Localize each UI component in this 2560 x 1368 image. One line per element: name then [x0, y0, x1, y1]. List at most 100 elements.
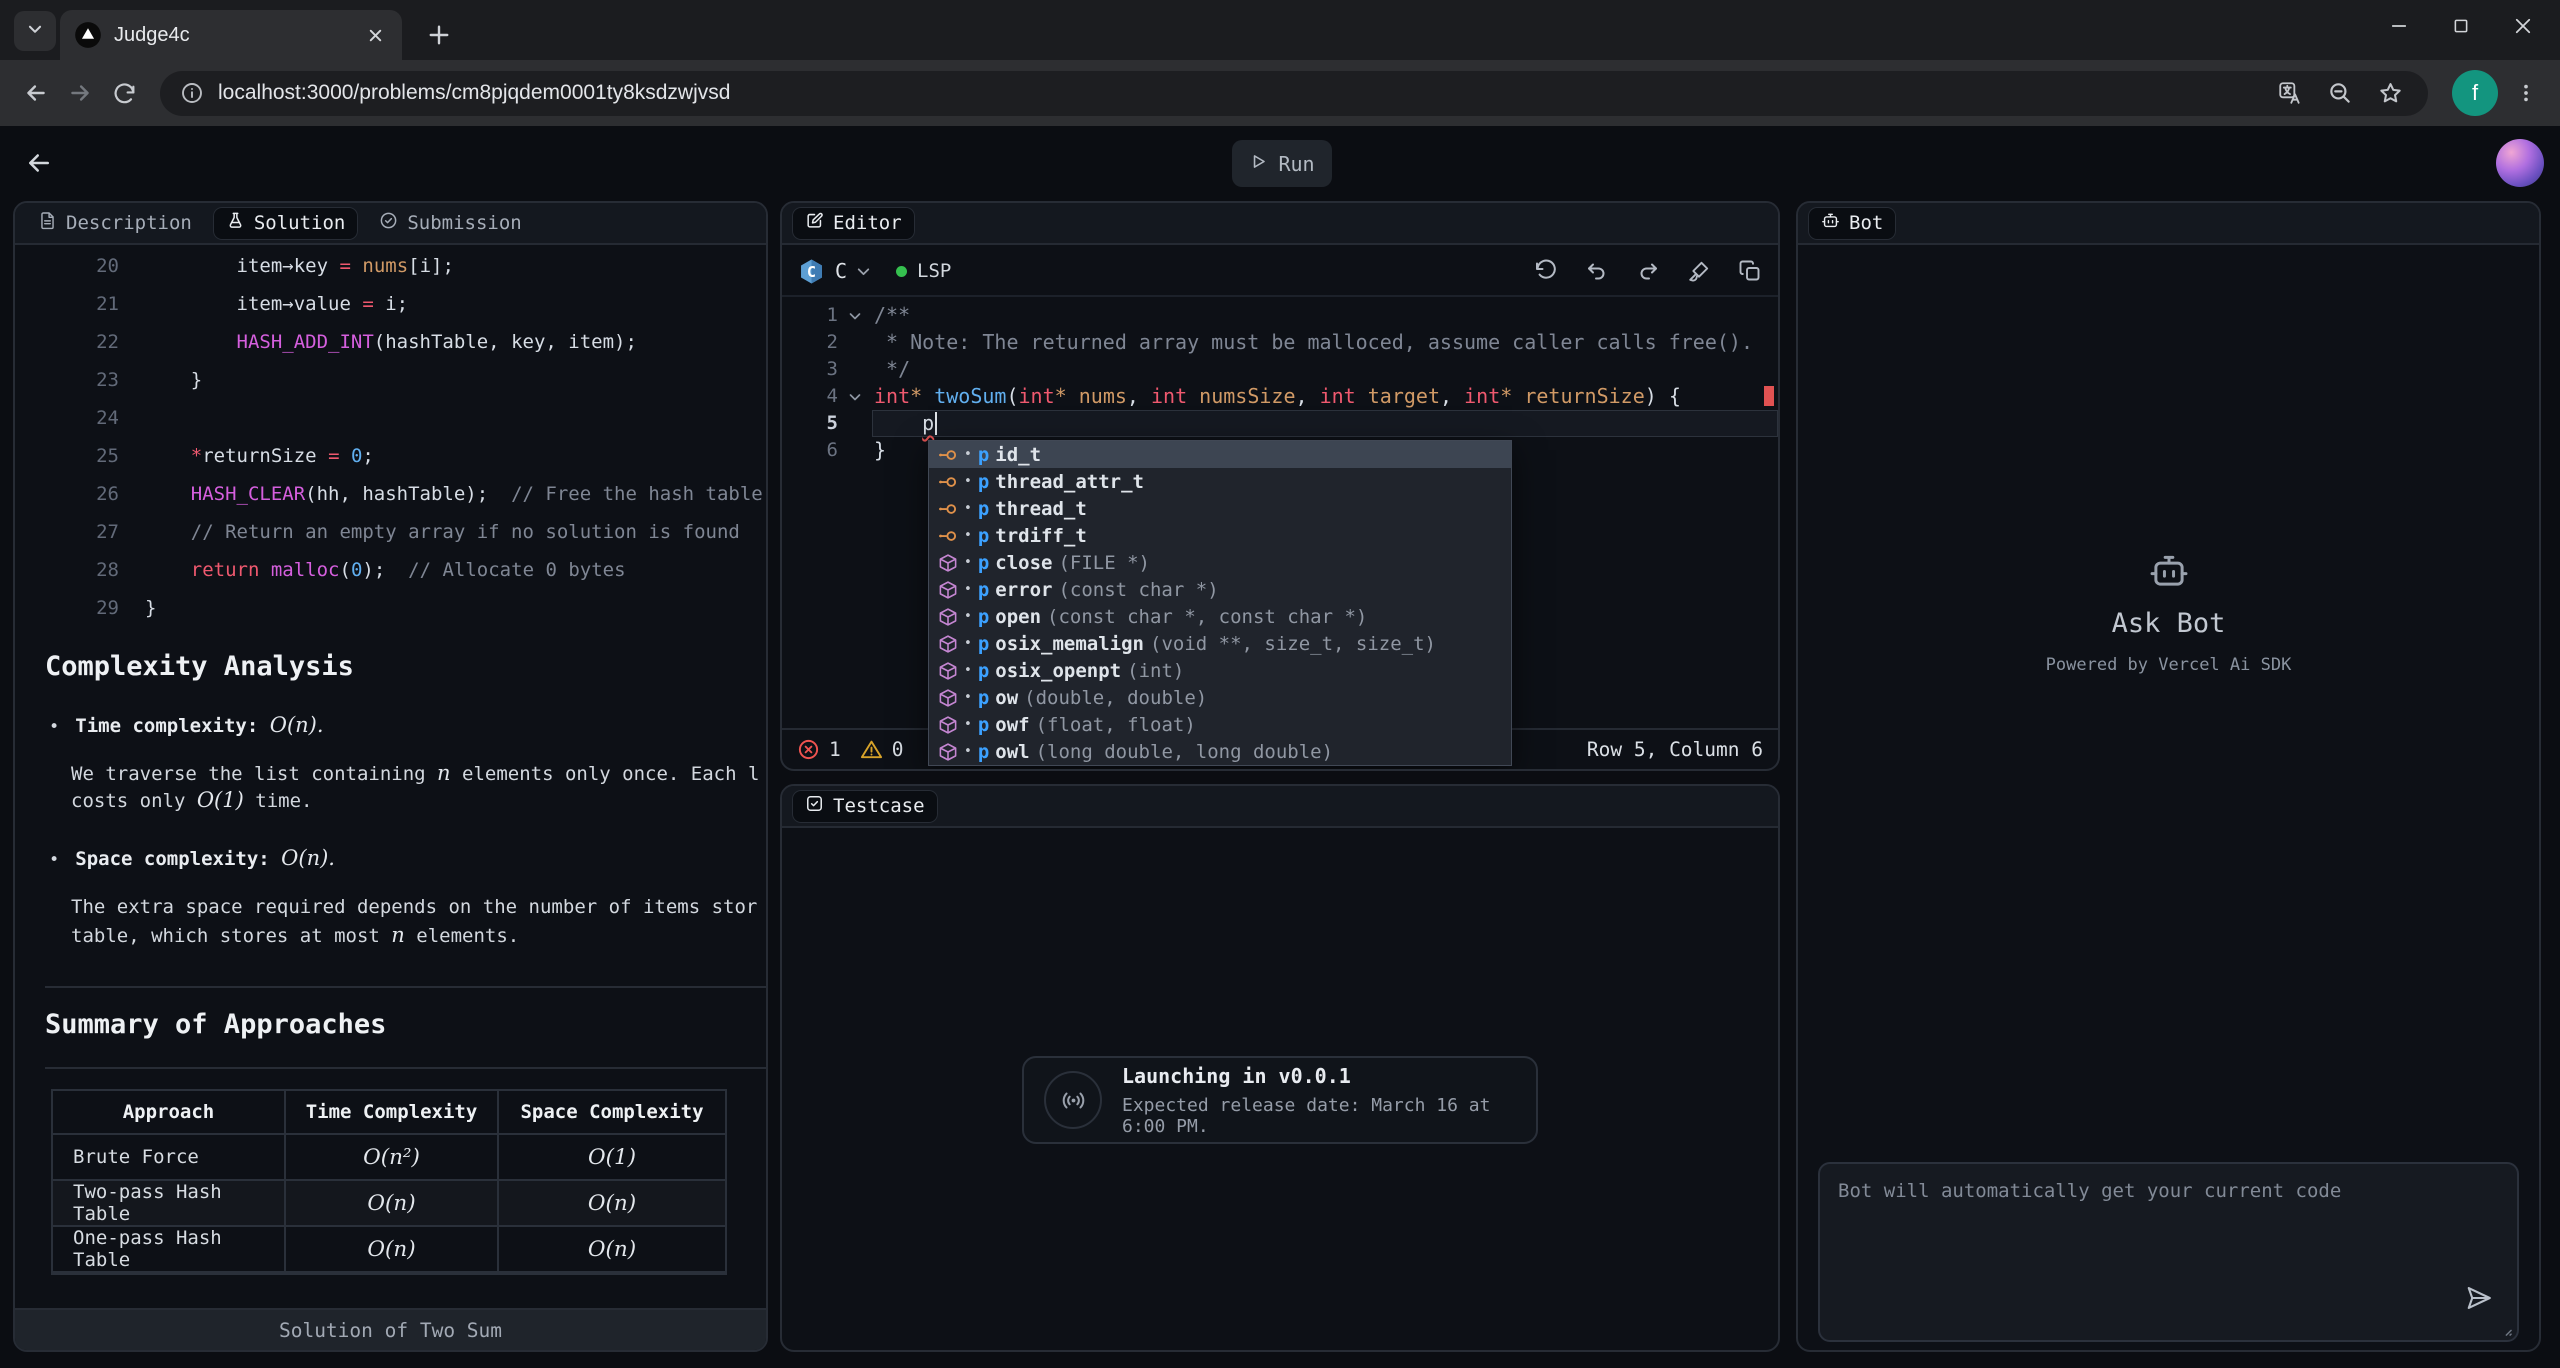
- code-text: HASH_ADD_INT(hashTable, key, item);: [145, 331, 637, 353]
- completion-signature: (int): [1127, 660, 1184, 682]
- browser-reload-button[interactable]: [102, 71, 146, 115]
- autocomplete-item[interactable]: •powl(long double, long double): [929, 738, 1511, 765]
- redo-icon[interactable]: [1636, 259, 1660, 283]
- code-line: 20 item→key = nums[i];: [15, 247, 766, 285]
- autocomplete-item[interactable]: •ptrdiff_t: [929, 522, 1511, 549]
- language-chevron-down-icon[interactable]: [855, 263, 872, 280]
- code-line: 26 HASH_CLEAR(hh, hashTable); // Free th…: [15, 475, 766, 513]
- line-number: 28: [15, 559, 145, 581]
- tab-editor[interactable]: Editor: [792, 207, 915, 240]
- fold-chevron-icon[interactable]: [838, 389, 872, 405]
- window-close-button[interactable]: [2492, 0, 2554, 52]
- completion-bullet: •: [964, 663, 972, 678]
- tab-bot[interactable]: Bot: [1808, 207, 1896, 240]
- bot-message-input[interactable]: [1820, 1164, 2517, 1340]
- bullet-dot: •: [49, 717, 59, 737]
- bookmark-star-icon[interactable]: [2372, 75, 2408, 111]
- language-selector[interactable]: C: [835, 259, 847, 283]
- autocomplete-item[interactable]: •posix_memalign(void **, size_t, size_t): [929, 630, 1511, 657]
- editor-code-text: * Note: The returned array must be mallo…: [872, 329, 1778, 356]
- completion-signature: (FILE *): [1058, 552, 1150, 574]
- browser-profile-avatar[interactable]: f: [2452, 70, 2498, 116]
- tab-submission[interactable]: Submission: [366, 207, 534, 240]
- autocomplete-item[interactable]: •pow(double, double): [929, 684, 1511, 711]
- symbol-module-icon: [938, 688, 958, 708]
- completion-match: p: [978, 606, 989, 628]
- editor-code-line[interactable]: 2 * Note: The returned array must be mal…: [782, 329, 1778, 356]
- new-tab-button[interactable]: [420, 16, 458, 54]
- autocomplete-item[interactable]: •posix_openpt(int): [929, 657, 1511, 684]
- completion-match: p: [978, 714, 989, 736]
- complexity-bullet: •Time complexity: O(n).: [49, 713, 324, 737]
- completion-label: owf: [995, 714, 1029, 736]
- autocomplete-item[interactable]: •pthread_t: [929, 495, 1511, 522]
- run-button[interactable]: Run: [1232, 140, 1332, 187]
- send-icon[interactable]: [2465, 1284, 2493, 1312]
- complexity-body-line: The extra space required depends on the …: [71, 896, 757, 918]
- browser-tab[interactable]: Judge4c: [60, 10, 402, 60]
- document-icon: [38, 211, 57, 235]
- completion-label: trdiff_t: [995, 525, 1087, 547]
- code-text: *returnSize = 0;: [145, 445, 374, 467]
- code-line: 27 // Return an empty array if no soluti…: [15, 513, 766, 551]
- tab-solution[interactable]: Solution: [213, 207, 359, 240]
- toast-description: Expected release date: March 16 at 6:00 …: [1122, 1095, 1516, 1137]
- completion-match: p: [978, 633, 989, 655]
- symbol-interface-icon: [938, 499, 958, 519]
- autocomplete-item[interactable]: •perror(const char *): [929, 576, 1511, 603]
- autocomplete-item[interactable]: •popen(const char *, const char *): [929, 603, 1511, 630]
- table-row-approach: One-pass Hash Table: [53, 1227, 286, 1273]
- editor-code-line[interactable]: 4int* twoSum(int* nums, int numsSize, in…: [782, 383, 1778, 410]
- complexity-bigo: O(n).: [270, 713, 324, 737]
- window-controls: [2368, 0, 2554, 52]
- completion-match: p: [978, 579, 989, 601]
- autocomplete-item[interactable]: •pid_t: [929, 441, 1511, 468]
- table-header-cell: Approach: [53, 1091, 286, 1135]
- completion-bullet: •: [964, 690, 972, 705]
- flask-icon: [226, 211, 245, 235]
- autocomplete-item[interactable]: •pclose(FILE *): [929, 549, 1511, 576]
- editor-code-line[interactable]: 1/**: [782, 302, 1778, 329]
- lsp-label: LSP: [917, 260, 951, 282]
- user-avatar[interactable]: [2496, 139, 2544, 187]
- table-header-cell: Time Complexity: [286, 1091, 499, 1135]
- url-bar[interactable]: localhost:3000/problems/cm8pjqdem0001ty8…: [160, 71, 2428, 116]
- editor-code-line[interactable]: 3 */: [782, 356, 1778, 383]
- code-line: 23 }: [15, 361, 766, 399]
- code-text: }: [145, 597, 156, 619]
- app-back-button[interactable]: [24, 148, 56, 180]
- bot-panel: Bot Ask Bot Powered by Vercel Ai SDK: [1796, 201, 2541, 1352]
- autocomplete-item[interactable]: •pthread_attr_t: [929, 468, 1511, 495]
- reset-code-icon[interactable]: [1534, 259, 1558, 283]
- translate-icon[interactable]: [2272, 75, 2308, 111]
- completion-match: p: [978, 525, 989, 547]
- tab-description[interactable]: Description: [25, 207, 205, 240]
- browser-back-button[interactable]: [14, 71, 58, 115]
- tab-close-icon[interactable]: [362, 22, 388, 48]
- fold-chevron-icon[interactable]: [838, 308, 872, 324]
- tab-search-button[interactable]: [14, 11, 56, 51]
- tab-testcase[interactable]: Testcase: [792, 790, 938, 823]
- autocomplete-popup: •pid_t•pthread_attr_t•pthread_t • p trdiff_…: [928, 440, 1512, 766]
- format-code-icon[interactable]: [1687, 259, 1711, 283]
- zoom-out-icon[interactable]: [2322, 75, 2358, 111]
- window-maximize-button[interactable]: [2430, 0, 2492, 52]
- copy-code-icon[interactable]: [1738, 259, 1762, 283]
- cursor-position: Row 5, Column 6: [1587, 738, 1763, 761]
- browser-menu-icon[interactable]: [2506, 73, 2546, 113]
- screen: Judge4c localhost:3000/problems/cm8pjqde…: [0, 0, 2560, 1368]
- undo-icon[interactable]: [1585, 259, 1609, 283]
- browser-forward-button[interactable]: [58, 71, 102, 115]
- line-number: 24: [15, 407, 145, 429]
- editor-line-number: 4: [782, 383, 838, 410]
- site-info-icon[interactable]: [180, 81, 204, 105]
- autocomplete-item[interactable]: •powf(float, float): [929, 711, 1511, 738]
- symbol-interface-icon: [938, 472, 958, 492]
- resize-grip-icon[interactable]: [2497, 1321, 2512, 1336]
- window-minimize-button[interactable]: [2368, 0, 2430, 52]
- completion-label: ow: [995, 687, 1018, 709]
- code-line: 25 *returnSize = 0;: [15, 437, 766, 475]
- editor-code-text: p: [872, 410, 1778, 437]
- table-row-space: O(n): [499, 1227, 725, 1273]
- editor-code-line[interactable]: 5 p: [782, 410, 1778, 437]
